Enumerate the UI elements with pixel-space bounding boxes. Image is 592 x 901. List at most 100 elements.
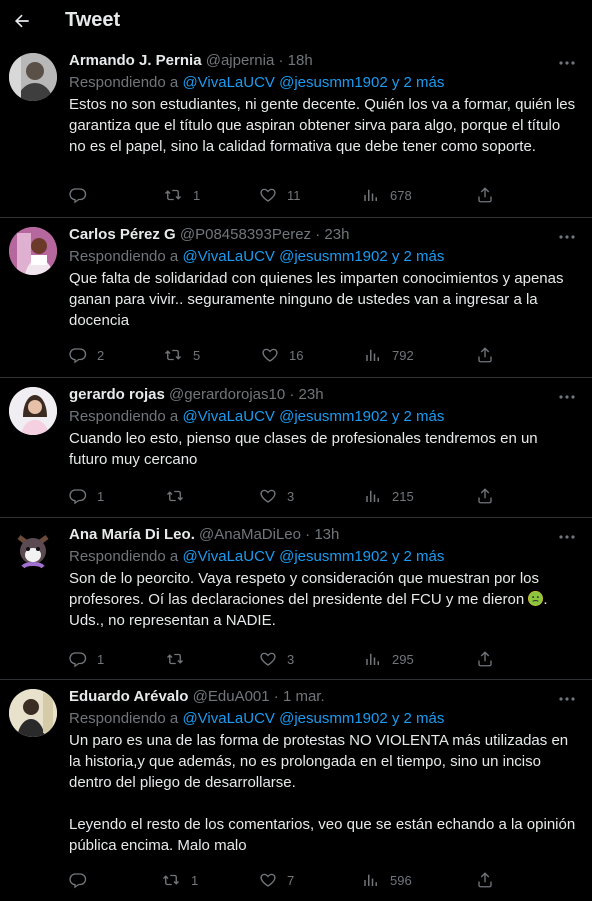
replying-label: Respondiendo a bbox=[69, 74, 179, 91]
like-button[interactable]: 16 bbox=[261, 345, 303, 365]
tweet-text: Estos no son estudiantes, ni gente decen… bbox=[69, 96, 580, 155]
retweet-icon bbox=[165, 650, 185, 668]
heart-icon bbox=[259, 186, 277, 204]
author-name[interactable]: Carlos Pérez G bbox=[69, 226, 176, 243]
analytics-icon bbox=[364, 650, 382, 668]
views-button[interactable]: 792 bbox=[364, 345, 414, 365]
share-button[interactable] bbox=[476, 185, 494, 205]
more-options-icon[interactable] bbox=[556, 390, 578, 404]
author-handle[interactable]: @ajpernia bbox=[206, 52, 275, 69]
share-icon bbox=[476, 871, 494, 889]
more-options-icon[interactable] bbox=[556, 230, 578, 244]
reply-button[interactable]: 2 bbox=[69, 345, 104, 365]
retweet-button[interactable] bbox=[165, 649, 195, 669]
analytics-icon bbox=[364, 487, 382, 505]
heart-icon bbox=[259, 871, 277, 889]
view-count: 295 bbox=[392, 651, 414, 667]
back-arrow-icon[interactable] bbox=[8, 6, 36, 36]
like-button[interactable]: 11 bbox=[259, 185, 301, 205]
author-name[interactable]: gerardo rojas bbox=[69, 386, 165, 403]
share-button[interactable] bbox=[476, 649, 494, 669]
timestamp[interactable]: 23h bbox=[299, 386, 324, 403]
author-name[interactable]: Ana María Di Leo. bbox=[69, 526, 195, 543]
like-count: 3 bbox=[287, 651, 295, 667]
replying-to: Respondiendo a @VivaLaUCV @jesusmm1902 y… bbox=[69, 407, 576, 427]
avatar[interactable] bbox=[9, 689, 57, 737]
views-button[interactable]: 295 bbox=[364, 649, 414, 669]
author-name[interactable]: Eduardo Arévalo bbox=[69, 688, 188, 705]
share-button[interactable] bbox=[476, 345, 494, 365]
tweet-actions: 1 3 215 bbox=[0, 486, 592, 506]
author-handle[interactable]: @EduA001 bbox=[193, 688, 270, 705]
like-count: 7 bbox=[287, 872, 295, 888]
reply-button[interactable]: 1 bbox=[69, 649, 104, 669]
retweet-icon bbox=[163, 346, 183, 364]
replying-label: Respondiendo a bbox=[69, 248, 179, 265]
analytics-icon bbox=[364, 346, 382, 364]
like-count: 16 bbox=[289, 347, 304, 363]
reply-button[interactable] bbox=[69, 870, 97, 890]
author-handle[interactable]: @P08458393Perez bbox=[180, 226, 311, 243]
avatar[interactable] bbox=[9, 227, 57, 275]
like-button[interactable]: 7 bbox=[259, 870, 294, 890]
like-button[interactable]: 3 bbox=[259, 649, 294, 669]
retweet-icon bbox=[165, 487, 185, 505]
reply-button[interactable] bbox=[69, 185, 97, 205]
replying-to-links[interactable]: @VivaLaUCV @jesusmm1902 y 2 más bbox=[182, 248, 444, 265]
timestamp[interactable]: 23h bbox=[324, 226, 349, 243]
view-count: 596 bbox=[390, 872, 412, 888]
views-button[interactable]: 678 bbox=[362, 185, 412, 205]
tweet-reply[interactable]: Ana María Di Leo. @AnaMaDiLeo · 13h Resp… bbox=[0, 518, 592, 680]
avatar[interactable] bbox=[9, 53, 57, 101]
timestamp[interactable]: 13h bbox=[314, 526, 339, 543]
more-options-icon[interactable] bbox=[556, 56, 578, 70]
retweet-button[interactable]: 5 bbox=[163, 345, 200, 365]
views-button[interactable]: 215 bbox=[364, 486, 414, 506]
replying-label: Respondiendo a bbox=[69, 548, 179, 565]
retweet-button[interactable]: 1 bbox=[163, 185, 200, 205]
share-button[interactable] bbox=[476, 486, 494, 506]
analytics-icon bbox=[362, 871, 380, 889]
tweet-reply[interactable]: Eduardo Arévalo @EduA001 · 1 mar. Respon… bbox=[0, 680, 592, 901]
tweet-text: Un paro es una de las forma de protestas… bbox=[69, 732, 576, 854]
heart-icon bbox=[259, 487, 277, 505]
tweet-actions: 1 3 295 bbox=[0, 649, 592, 669]
top-bar: Tweet bbox=[0, 0, 592, 44]
replying-to-links[interactable]: @VivaLaUCV @jesusmm1902 y 2 más bbox=[182, 408, 444, 425]
author-handle[interactable]: @AnaMaDiLeo bbox=[199, 526, 301, 543]
reply-button[interactable]: 1 bbox=[69, 486, 104, 506]
author-handle[interactable]: @gerardorojas10 bbox=[169, 386, 285, 403]
replying-to-links[interactable]: @VivaLaUCV @jesusmm1902 y 2 más bbox=[182, 548, 444, 565]
author-name[interactable]: Armando J. Pernia bbox=[69, 52, 202, 69]
more-options-icon[interactable] bbox=[556, 692, 578, 706]
replying-to-links[interactable]: @VivaLaUCV @jesusmm1902 y 2 más bbox=[182, 710, 444, 727]
views-button[interactable]: 596 bbox=[362, 870, 412, 890]
reply-icon bbox=[69, 871, 87, 889]
retweet-button[interactable]: 1 bbox=[161, 870, 198, 890]
view-count: 792 bbox=[392, 347, 414, 363]
tweet-reply[interactable]: Carlos Pérez G @P08458393Perez · 23h Res… bbox=[0, 218, 592, 378]
reply-icon bbox=[69, 650, 87, 668]
view-count: 678 bbox=[390, 187, 412, 203]
share-icon bbox=[476, 487, 494, 505]
share-icon bbox=[476, 650, 494, 668]
share-button[interactable] bbox=[476, 870, 494, 890]
reply-icon bbox=[69, 487, 87, 505]
tweet-actions: 1 7 596 bbox=[0, 870, 592, 890]
more-options-icon[interactable] bbox=[556, 530, 578, 544]
retweet-icon bbox=[163, 186, 183, 204]
replying-to: Respondiendo a @VivaLaUCV @jesusmm1902 y… bbox=[69, 709, 576, 729]
avatar[interactable] bbox=[9, 527, 57, 575]
tweet-reply[interactable]: Armando J. Pernia @ajpernia · 18h Respon… bbox=[0, 44, 592, 218]
avatar[interactable] bbox=[9, 387, 57, 435]
replying-to-links[interactable]: @VivaLaUCV @jesusmm1902 y 2 más bbox=[182, 74, 444, 91]
timestamp[interactable]: 1 mar. bbox=[283, 688, 325, 705]
timestamp[interactable]: 18h bbox=[288, 52, 313, 69]
share-icon bbox=[476, 186, 494, 204]
retweet-button[interactable] bbox=[165, 486, 195, 506]
tweet-reply[interactable]: gerardo rojas @gerardorojas10 · 23h Resp… bbox=[0, 378, 592, 518]
retweet-icon bbox=[161, 871, 181, 889]
replying-label: Respondiendo a bbox=[69, 710, 179, 727]
like-button[interactable]: 3 bbox=[259, 486, 294, 506]
tweet-actions: 2 5 16 792 bbox=[0, 345, 592, 365]
